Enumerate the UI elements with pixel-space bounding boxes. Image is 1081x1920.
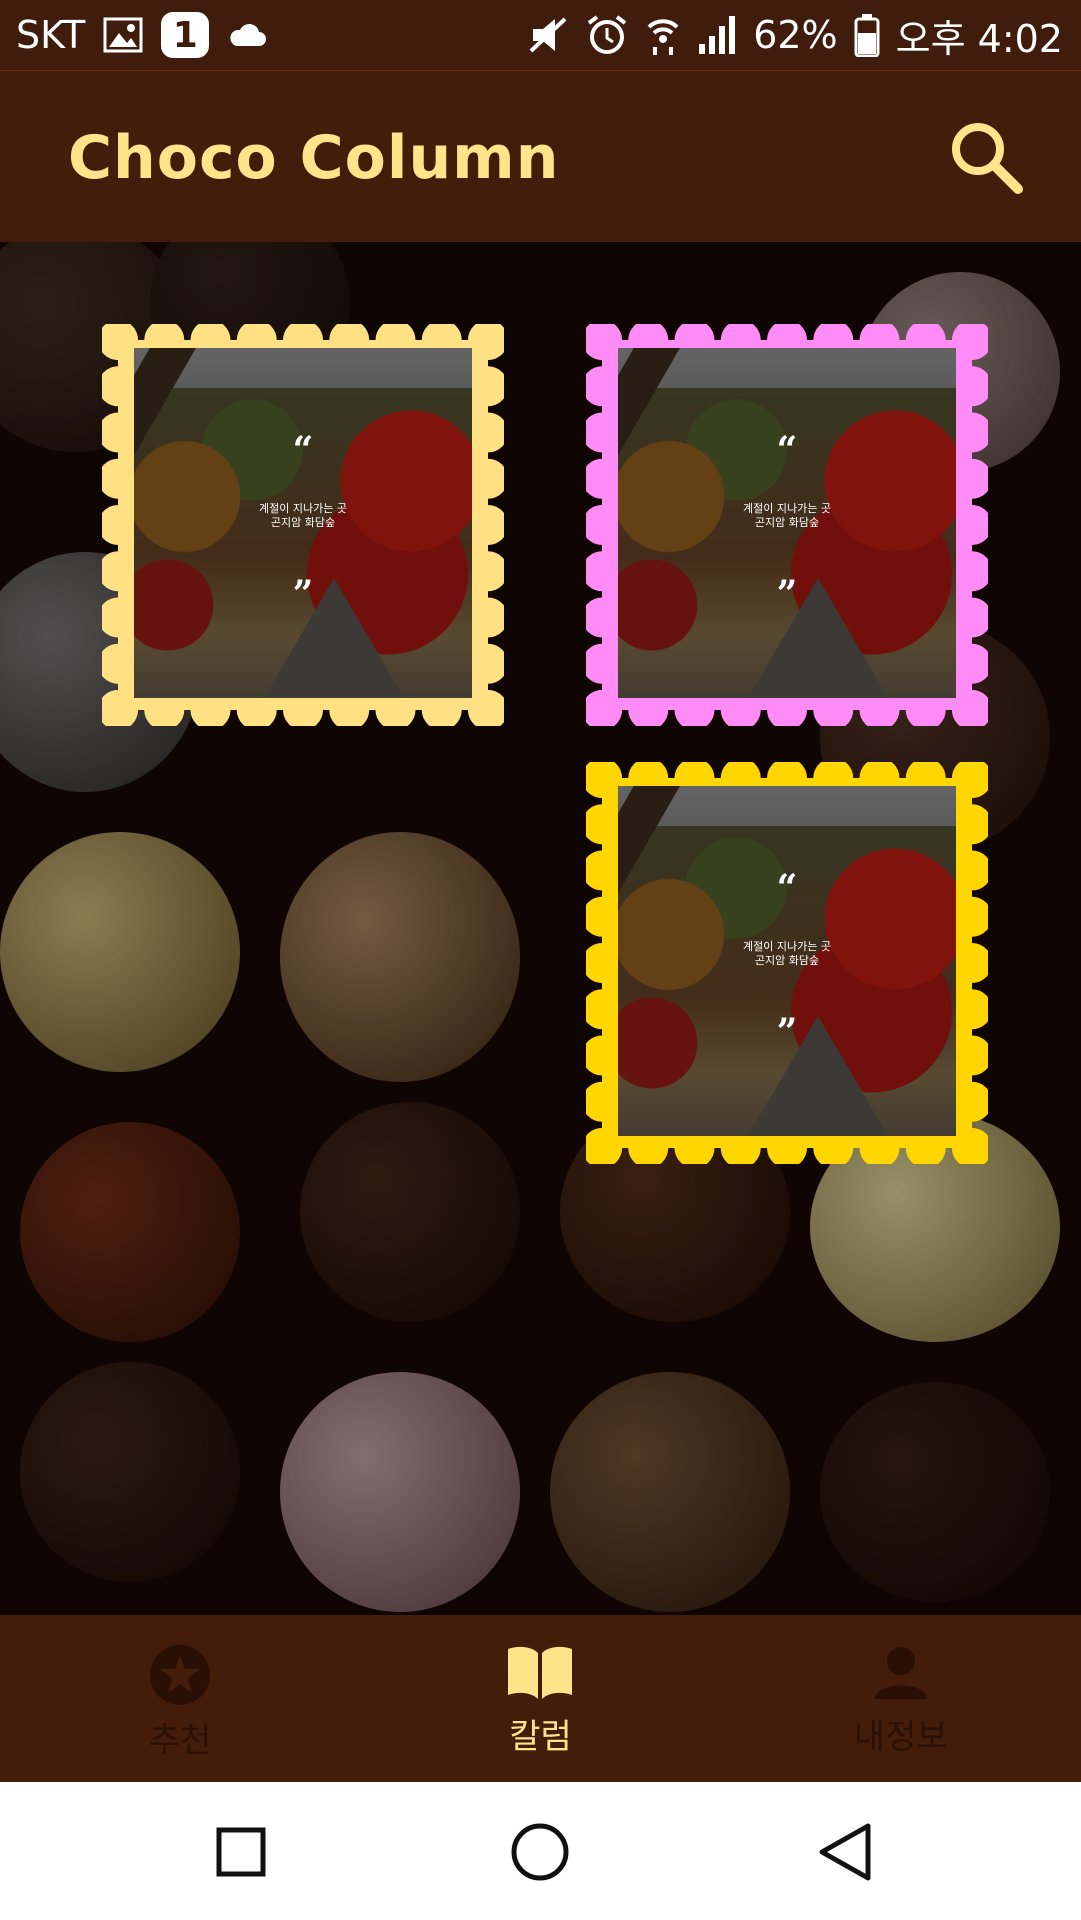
- nav-label: 칼럼: [509, 1717, 572, 1757]
- column-card[interactable]: “ 계절이 지나가는 곳 곤지암 화담숲 ”: [102, 324, 504, 726]
- star-icon: [150, 1645, 211, 1705]
- recents-icon[interactable]: [205, 1816, 275, 1886]
- notification-badge-icon: 1: [161, 12, 210, 58]
- open-quote: “: [292, 429, 314, 471]
- signal-icon: [697, 14, 737, 56]
- person-icon: [874, 1647, 927, 1699]
- column-thumbnail: “ 계절이 지나가는 곳 곤지암 화담숲 ”: [618, 348, 956, 698]
- nav-item-profile[interactable]: 내정보: [721, 1615, 1081, 1782]
- column-grid: “ 계절이 지나가는 곳 곤지암 화담숲 ” “ 계절이 지나가는 곳 곤지암 …: [0, 242, 1081, 1615]
- system-navigation-bar: [0, 1782, 1081, 1920]
- open-quote: “: [776, 867, 798, 909]
- battery-icon: [854, 13, 880, 57]
- nav-item-recommend[interactable]: 추천: [0, 1615, 360, 1782]
- clock: 오후 4:02: [895, 16, 1063, 61]
- search-icon: [952, 123, 1023, 194]
- cloud-icon: [227, 22, 267, 48]
- column-card[interactable]: “ 계절이 지나가는 곳 곤지암 화담숲 ”: [586, 324, 988, 726]
- alarm-icon: [585, 13, 629, 57]
- close-quote: ”: [292, 573, 314, 615]
- home-icon[interactable]: [505, 1816, 575, 1886]
- app-title: Choco Column: [68, 123, 560, 193]
- app-bar: Choco Column: [0, 70, 1081, 243]
- column-caption: 계절이 지나가는 곳 곤지암 화담숲: [743, 502, 831, 529]
- carrier-label: SKT: [16, 13, 86, 57]
- close-quote: ”: [776, 1011, 798, 1053]
- back-icon[interactable]: [810, 1816, 880, 1886]
- wifi-icon: [645, 13, 681, 57]
- bottom-navigation: 추천 칼럼 내정보: [0, 1615, 1081, 1782]
- column-card[interactable]: “ 계절이 지나가는 곳 곤지암 화담숲 ”: [586, 762, 988, 1164]
- nav-label: 내정보: [853, 1717, 948, 1757]
- mute-icon: [527, 15, 569, 55]
- status-bar: SKT 1 62% 오후 4:02: [0, 0, 1081, 70]
- column-caption: 계절이 지나가는 곳 곤지암 화담숲: [743, 940, 831, 967]
- column-thumbnail: “ 계절이 지나가는 곳 곤지암 화담숲 ”: [134, 348, 472, 698]
- close-quote: ”: [776, 573, 798, 615]
- nav-label: 추천: [148, 1721, 212, 1761]
- open-quote: “: [776, 429, 798, 471]
- nav-item-column[interactable]: 칼럼: [360, 1615, 720, 1782]
- column-thumbnail: “ 계절이 지나가는 곳 곤지암 화담숲 ”: [618, 786, 956, 1136]
- column-caption: 계절이 지나가는 곳 곤지암 화담숲: [259, 502, 347, 529]
- search-button[interactable]: [948, 119, 1024, 195]
- image-icon: [103, 17, 143, 53]
- battery-percent: 62%: [753, 13, 838, 57]
- book-icon: [508, 1646, 573, 1699]
